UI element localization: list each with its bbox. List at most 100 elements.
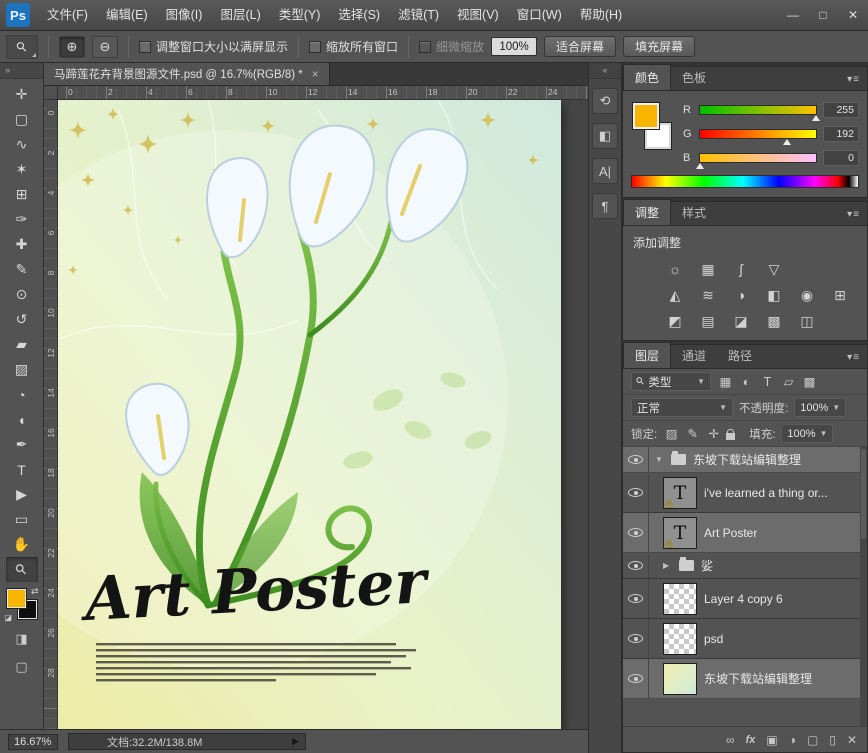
close-button[interactable]: ✕ [838, 2, 868, 28]
tab-paths[interactable]: 路径 [717, 343, 763, 368]
visibility-toggle[interactable] [623, 659, 649, 698]
color-spectrum-ramp[interactable] [631, 175, 859, 188]
curves-icon[interactable]: ʃ [731, 260, 751, 278]
menu-view[interactable]: 视图(V) [448, 0, 508, 30]
zoom-tool[interactable]: ⚲ [6, 557, 38, 582]
filter-pixel-layers-icon[interactable]: ▦ [717, 374, 734, 389]
new-layer-icon[interactable]: ▯ [829, 733, 836, 747]
group-expander-icon[interactable]: ▶ [663, 561, 672, 570]
filter-kind-dropdown[interactable]: ⚲ 类型 ▼ [631, 372, 711, 391]
blur-tool[interactable]: ◔ [6, 382, 38, 407]
text-layer-thumbnail[interactable]: T⚠ [663, 477, 697, 509]
panel-menu-icon[interactable]: ▾≡ [847, 209, 860, 220]
menu-select[interactable]: 选择(S) [329, 0, 389, 30]
visibility-toggle[interactable] [623, 447, 649, 472]
crop-tool[interactable]: ⊞ [6, 182, 38, 207]
visibility-toggle[interactable] [623, 513, 649, 552]
slider-track[interactable] [699, 153, 817, 163]
active-tool-preview[interactable]: ⚲ [6, 35, 38, 59]
hue-saturation-icon[interactable]: ≋ [698, 286, 718, 304]
tab-layers[interactable]: 图层 [623, 342, 671, 368]
tab-color[interactable]: 颜色 [623, 64, 671, 90]
photo-filter-icon[interactable]: ◉ [797, 286, 817, 304]
layer-row-text[interactable]: T⚠ Art Poster [623, 513, 867, 553]
path-selection-tool[interactable]: ▶ [6, 482, 38, 507]
ruler-corner[interactable] [44, 86, 58, 100]
zoom-in-button[interactable]: ⊕ [59, 36, 85, 58]
menu-image[interactable]: 图像(I) [157, 0, 212, 30]
layer-row-image[interactable]: 东坡下载站编辑整理 [623, 659, 867, 699]
quick-selection-tool[interactable]: ✶ [6, 157, 38, 182]
layer-effects-icon[interactable]: fx [746, 734, 756, 746]
filter-shape-layers-icon[interactable]: ▱ [780, 374, 797, 389]
layer-row-group[interactable]: ▼ 东坡下载站编辑整理 [623, 447, 867, 473]
lasso-tool[interactable]: ∿ [6, 132, 38, 157]
slider-handle[interactable] [812, 111, 820, 121]
slider-track[interactable] [699, 105, 817, 115]
fill-field[interactable]: 100% ▼ [781, 424, 833, 443]
type-tool[interactable]: T [6, 457, 38, 482]
status-menu-arrow-icon[interactable]: ▶ [292, 736, 299, 747]
gradient-tool[interactable]: ▨ [6, 357, 38, 382]
menu-edit[interactable]: 编辑(E) [97, 0, 157, 30]
channel-value-field[interactable]: 192 [823, 126, 859, 142]
lock-image-pixels-icon[interactable]: ✎ [684, 426, 701, 441]
menu-layer[interactable]: 图层(L) [211, 0, 269, 30]
tab-styles[interactable]: 样式 [671, 200, 717, 225]
visibility-toggle[interactable] [623, 579, 649, 618]
visibility-toggle[interactable] [623, 619, 649, 658]
toolbar-collapse-chevron[interactable]: » [0, 63, 43, 79]
visibility-toggle[interactable] [623, 553, 649, 578]
minimize-button[interactable]: — [778, 2, 808, 28]
filter-smart-objects-icon[interactable]: ▩ [801, 374, 818, 389]
hand-tool[interactable]: ✋ [6, 532, 38, 557]
channel-value-field[interactable]: 255 [823, 102, 859, 118]
marquee-tool[interactable]: ▢ [6, 107, 38, 132]
tab-channels[interactable]: 通道 [671, 343, 717, 368]
panel-menu-icon[interactable]: ▾≡ [847, 352, 860, 363]
zoom-out-button[interactable]: ⊖ [92, 36, 118, 58]
visibility-toggle[interactable] [623, 473, 649, 512]
layer-thumbnail[interactable] [663, 583, 697, 615]
screen-mode-button[interactable]: ▢ [7, 656, 37, 678]
layer-name[interactable]: 娑 [701, 557, 713, 574]
layer-row-group[interactable]: ▶ 娑 [623, 553, 867, 579]
delete-layer-icon[interactable]: ✕ [847, 733, 857, 747]
eraser-tool[interactable]: ▰ [6, 332, 38, 357]
text-layer-thumbnail[interactable]: T⚠ [663, 517, 697, 549]
brightness-contrast-icon[interactable]: ☼ [665, 260, 685, 278]
selective-color-icon[interactable]: ◫ [797, 312, 817, 330]
vertical-ruler[interactable]: 0246810121416182022242628 [44, 100, 58, 729]
menu-window[interactable]: 窗口(W) [508, 0, 571, 30]
maximize-button[interactable]: □ [808, 2, 838, 28]
channel-mixer-icon[interactable]: ⊞ [830, 286, 850, 304]
shape-tool[interactable]: ▭ [6, 507, 38, 532]
invert-icon[interactable]: ◩ [665, 312, 685, 330]
layers-scrollbar[interactable] [860, 447, 867, 726]
gradient-map-icon[interactable]: ▩ [764, 312, 784, 330]
lock-transparent-pixels-icon[interactable]: ▨ [663, 426, 680, 441]
foreground-swatch[interactable] [7, 589, 26, 608]
horizontal-ruler[interactable]: 024681012141618202224 [58, 86, 588, 100]
eyedropper-tool[interactable]: ✑ [6, 207, 38, 232]
character-panel-icon[interactable]: A| [592, 158, 618, 184]
layer-row-pixel[interactable]: Layer 4 copy 6 [623, 579, 867, 619]
layer-row-pixel[interactable]: psd [623, 619, 867, 659]
lock-position-icon[interactable]: ✛ [705, 426, 722, 441]
document-tab[interactable]: 马蹄莲花卉背景图源文件.psd @ 16.7%(RGB/8) * × [44, 63, 330, 85]
layer-name[interactable]: Layer 4 copy 6 [704, 592, 783, 606]
filter-type-layers-icon[interactable]: T [759, 375, 776, 389]
foreground-swatch[interactable] [633, 103, 659, 129]
blend-mode-dropdown[interactable]: 正常 ▼ [631, 398, 733, 417]
layer-name[interactable]: psd [704, 632, 723, 646]
new-adjustment-layer-icon[interactable]: ◑ [789, 733, 796, 747]
layer-name[interactable]: 东坡下载站编辑整理 [704, 670, 812, 687]
default-colors-icon[interactable]: ◪ [5, 613, 13, 622]
layer-thumbnail[interactable] [663, 663, 697, 695]
vibrance-icon[interactable]: ◭ [665, 286, 685, 304]
slider-handle[interactable] [783, 135, 791, 145]
threshold-icon[interactable]: ◪ [731, 312, 751, 330]
panel-menu-icon[interactable]: ▾≡ [847, 74, 860, 85]
menu-filter[interactable]: 滤镜(T) [389, 0, 448, 30]
exposure-icon[interactable]: ▽ [764, 260, 784, 278]
